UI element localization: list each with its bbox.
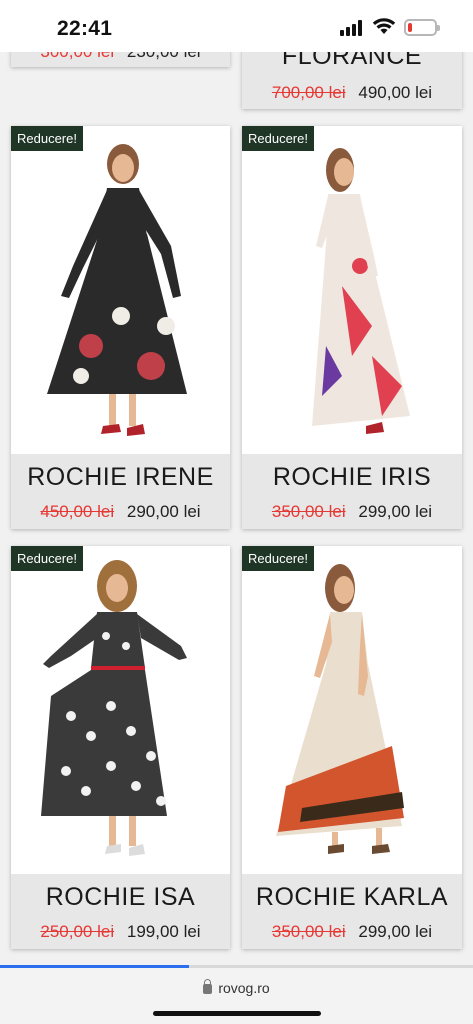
product-title[interactable]: ROCHIE IRENE (11, 463, 230, 492)
product-prices: 250,00 lei 199,00 lei (11, 922, 230, 942)
product-card-iris[interactable]: Reducere! ROCHIE IRIS 350,00 lei 299,00 … (242, 126, 462, 529)
product-card-karla[interactable]: Reducere! ROCHIE KARLA 350,00 lei 299,00… (242, 546, 462, 949)
product-image[interactable]: Reducere! (242, 546, 462, 874)
product-card-irene[interactable]: Reducere! ROCHIE IRENE 450,00 lei 290,00… (11, 126, 230, 529)
new-price: 299,00 lei (358, 922, 433, 941)
new-price: 290,00 lei (126, 502, 201, 521)
old-price: 700,00 lei (271, 83, 346, 102)
old-price: 350,00 lei (271, 502, 346, 521)
new-price: 490,00 lei (358, 83, 433, 102)
page-load-progress (0, 965, 473, 968)
sale-badge: Reducere! (11, 546, 83, 571)
battery-icon (404, 19, 440, 36)
product-prices: 450,00 lei 290,00 lei (11, 502, 230, 522)
dress-photo (41, 560, 187, 856)
sale-badge: Reducere! (242, 126, 314, 151)
screen: 22:41 300,00 lei 230,00 lei FLORANCE (0, 0, 473, 1024)
dress-photo (276, 564, 404, 854)
signal-icon (340, 20, 366, 36)
product-info: ROCHIE ISA 250,00 lei 199,00 lei (11, 874, 230, 949)
battery-level (408, 23, 412, 32)
product-prices: 350,00 lei 299,00 lei (242, 922, 462, 942)
url-display[interactable]: rovog.ro (0, 979, 473, 996)
status-time: 22:41 (57, 17, 113, 40)
old-price: 250,00 lei (40, 922, 115, 941)
lock-icon (203, 979, 213, 994)
page-load-progress-fill (0, 965, 190, 968)
product-prices: 350,00 lei 299,00 lei (242, 502, 462, 522)
product-image[interactable]: Reducere! (11, 126, 230, 454)
old-price: 350,00 lei (271, 922, 346, 941)
product-title[interactable]: ROCHIE KARLA (242, 883, 462, 912)
product-image[interactable]: Reducere! (11, 546, 230, 874)
product-title[interactable]: ROCHIE IRIS (242, 463, 462, 492)
old-price: 450,00 lei (40, 502, 115, 521)
product-info: ROCHIE KARLA 350,00 lei 299,00 lei (242, 874, 462, 949)
sale-badge: Reducere! (11, 126, 83, 151)
sale-badge: Reducere! (242, 546, 314, 571)
new-price: 299,00 lei (358, 502, 433, 521)
product-title[interactable]: ROCHIE ISA (11, 883, 230, 912)
product-prices: 700,00 lei 490,00 lei (242, 83, 462, 103)
dress-photo (47, 144, 187, 436)
product-card-isa[interactable]: Reducere! ROCHIE ISA 250,00 lei 199,00 l… (11, 546, 230, 949)
product-info: ROCHIE IRENE 450,00 lei 290,00 lei (11, 454, 230, 529)
home-indicator[interactable] (153, 1011, 321, 1016)
browser-address-bar[interactable]: rovog.ro (0, 968, 473, 1024)
product-info: ROCHIE IRIS 350,00 lei 299,00 lei (242, 454, 462, 529)
status-bar: 22:41 (0, 0, 473, 52)
product-image[interactable]: Reducere! (242, 126, 462, 454)
dress-photo (312, 148, 410, 434)
url-text: rovog.ro (218, 980, 270, 996)
new-price: 199,00 lei (126, 922, 201, 941)
wifi-icon (372, 18, 396, 34)
